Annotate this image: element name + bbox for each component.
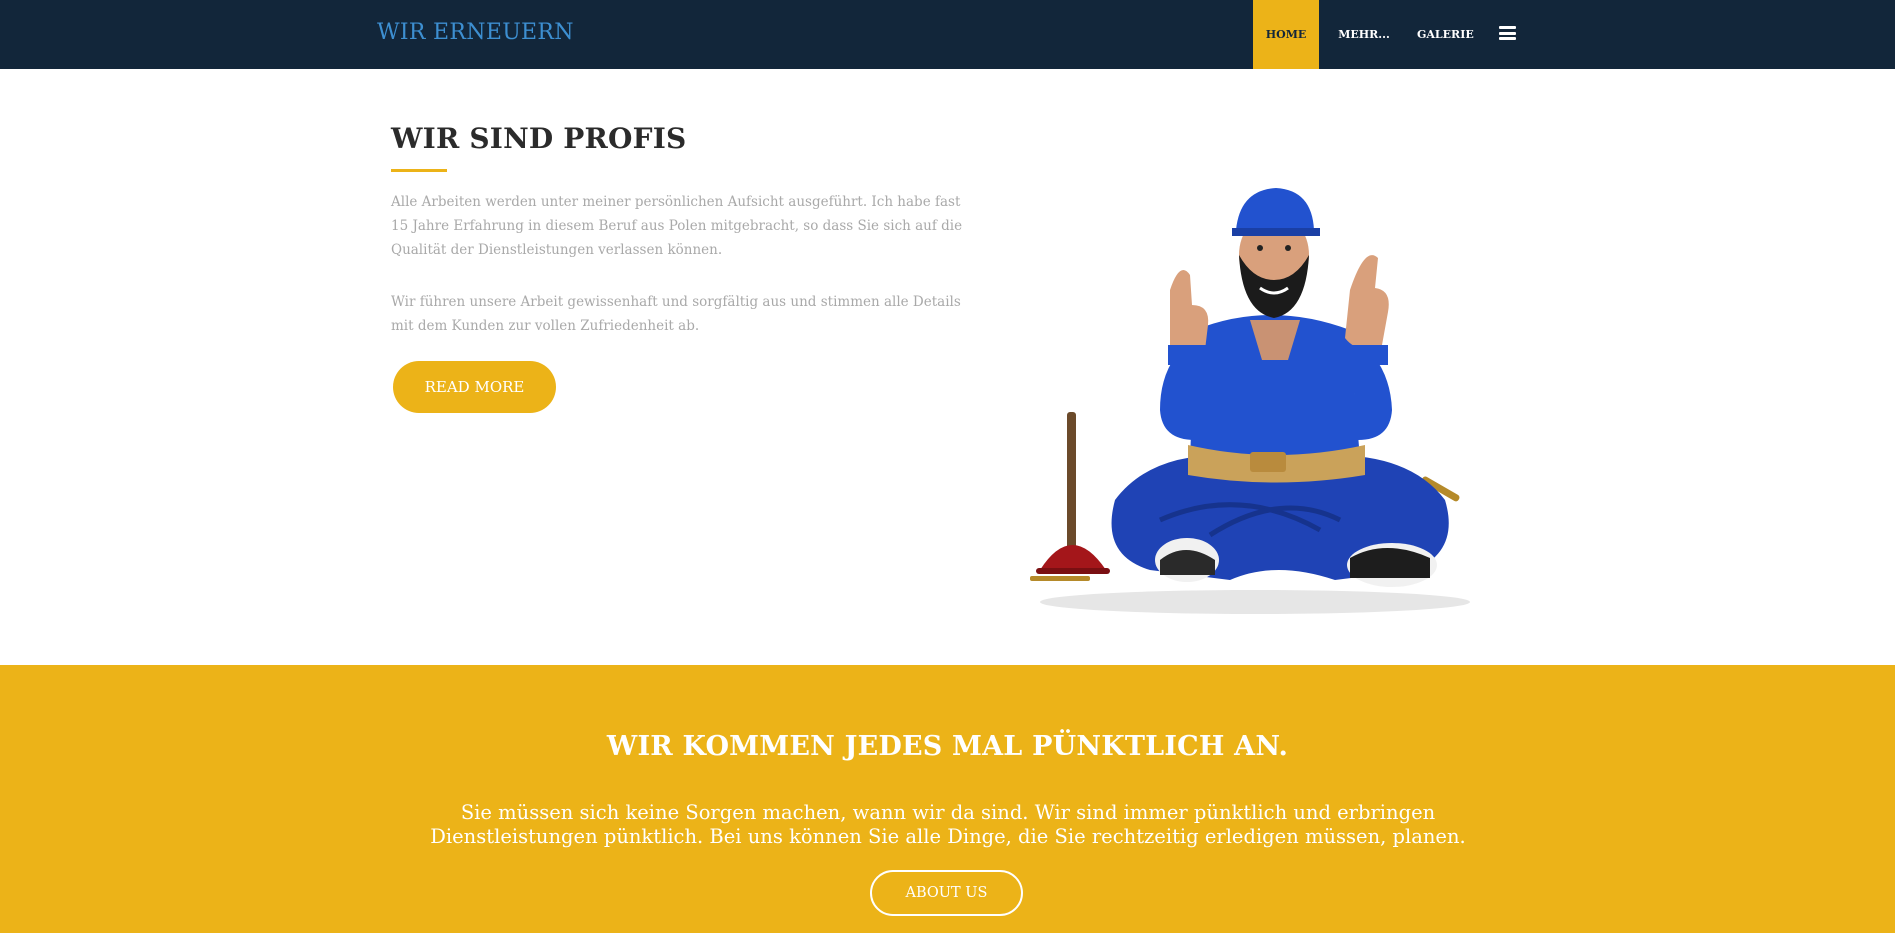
read-more-button[interactable]: READ MORE <box>393 361 556 413</box>
chevron-down-icon[interactable]: ❯ <box>1361 70 1369 139</box>
punctuality-banner: WIR KOMMEN JEDES MAL PÜNKTLICH AN. Sie m… <box>0 665 1895 933</box>
top-navbar: WIR ERNEUERN HOME MEHR...❯ GALERIE <box>0 0 1895 109</box>
nav-item-more[interactable]: MEHR...❯ <box>1334 0 1394 109</box>
nav-item-home[interactable]: HOME <box>1253 0 1319 69</box>
hero-title: WIR SIND PROFIS <box>391 122 687 155</box>
hero-paragraph-2: Wir führen unsere Arbeit gewissenhaft un… <box>391 294 961 334</box>
banner-title: WIR KOMMEN JEDES MAL PÜNKTLICH AN. <box>606 731 1289 762</box>
brand-logo-link[interactable]: WIR ERNEUERN <box>377 20 574 45</box>
hero-paragraph-1: Alle Arbeiten werden unter meiner persön… <box>391 194 963 258</box>
banner-text: Sie müssen sich keine Sorgen machen, wan… <box>430 801 1466 848</box>
hamburger-menu-icon[interactable] <box>1499 26 1516 40</box>
nav-item-gallery[interactable]: GALERIE <box>1417 0 1474 69</box>
title-underline-divider <box>391 169 447 172</box>
nav-item-more-label[interactable]: MEHR... <box>1338 28 1390 41</box>
nav-item-gallery-label[interactable]: GALERIE <box>1417 28 1474 41</box>
plumber-illustration <box>1030 188 1470 614</box>
nav-item-home-label[interactable]: HOME <box>1253 0 1319 69</box>
about-us-button[interactable]: ABOUT US <box>870 870 1023 916</box>
